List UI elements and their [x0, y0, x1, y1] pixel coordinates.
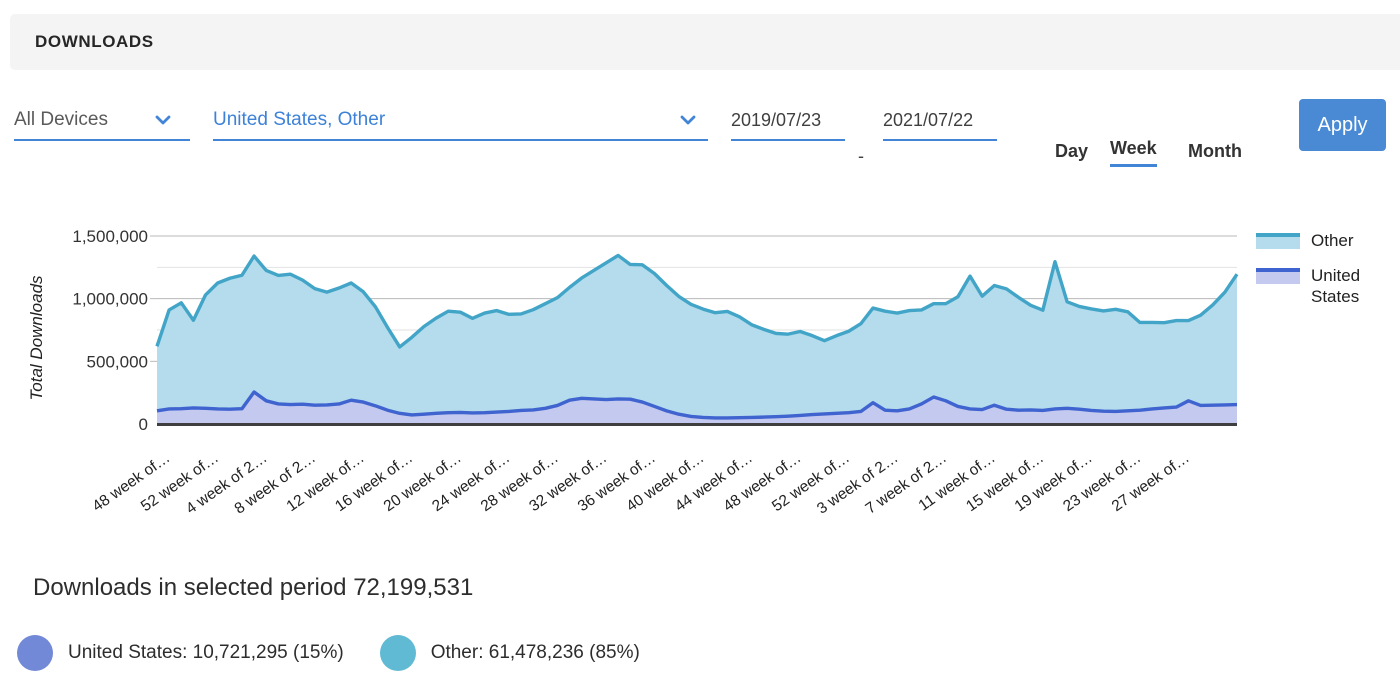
page-title: DOWNLOADS — [35, 32, 154, 51]
start-date-value: 2019/07/23 — [731, 110, 822, 130]
chart-legend: Other United States — [1256, 230, 1396, 321]
legend-label-united-states: United States — [1311, 266, 1361, 306]
downloads-area-chart: 0 500,000 1,000,000 1,500,000 48 week of… 52… — [0, 205, 1400, 535]
svg-text:500,000: 500,000 — [87, 352, 148, 371]
apply-button[interactable]: Apply — [1299, 99, 1386, 151]
x-axis-ticks: 48 week of…52 week of…4 week of 2…8 week… — [89, 449, 1192, 517]
summary-label-united-states: United States: 10,721,295 (15%) — [68, 642, 344, 663]
svg-text:1,500,000: 1,500,000 — [72, 227, 148, 246]
chevron-down-icon — [154, 111, 172, 129]
chart-areas — [155, 253, 1239, 424]
summary-label-other: Other: 61,478,236 (85%) — [430, 642, 640, 663]
summary-item-other: Other: 61,478,236 (85%) — [379, 635, 640, 671]
end-date-input[interactable]: 2021/07/22 — [883, 95, 997, 141]
filters-toolbar: All Devices United States, Other 2019/07… — [0, 95, 1400, 175]
country-select[interactable]: United States, Other — [213, 95, 708, 141]
device-select-value: All Devices — [14, 109, 108, 130]
summary-dot-other — [379, 635, 416, 671]
legend-swatch-other — [1256, 233, 1300, 249]
summary-dot-united-states — [17, 635, 53, 671]
chart-canvas: 0 500,000 1,000,000 1,500,000 48 week of…52… — [27, 227, 1239, 518]
country-select-value: United States, Other — [213, 109, 386, 130]
panel-header: DOWNLOADS — [10, 14, 1400, 70]
date-range-separator: - — [858, 146, 864, 166]
granularity-week[interactable]: Week — [1110, 138, 1157, 167]
legend-swatch-united-states — [1256, 268, 1300, 284]
granularity-day[interactable]: Day — [1055, 141, 1088, 167]
end-date-value: 2021/07/22 — [883, 110, 974, 130]
summary-title: Downloads in selected period 72,199,531 — [33, 574, 474, 601]
legend-label-other: Other — [1311, 231, 1354, 250]
legend-item-other[interactable]: Other — [1256, 230, 1396, 251]
chevron-down-icon — [679, 111, 697, 129]
summary-item-united-states: United States: 10,721,295 (15%) — [17, 635, 344, 671]
svg-text:1,000,000: 1,000,000 — [72, 290, 148, 309]
start-date-input[interactable]: 2019/07/23 — [731, 95, 845, 141]
summary-legend: United States: 10,721,295 (15%) Other: 6… — [17, 633, 676, 673]
legend-item-united-states[interactable]: United States — [1256, 265, 1396, 307]
granularity-month[interactable]: Month — [1188, 141, 1242, 167]
svg-text:0: 0 — [139, 415, 148, 434]
y-axis-title: Total Downloads — [27, 275, 46, 401]
y-axis-ticks: 0 500,000 1,000,000 1,500,000 — [72, 227, 157, 434]
device-select[interactable]: All Devices — [14, 95, 190, 141]
